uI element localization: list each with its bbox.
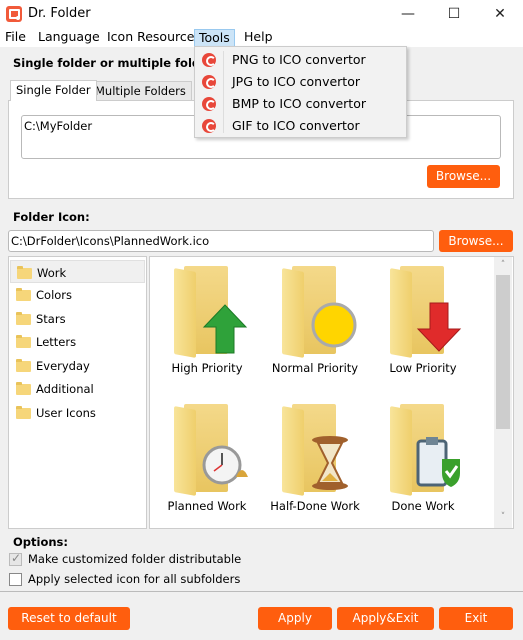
tools-dropdown-menu: PNG to ICO convertor JPG to ICO converto… (194, 46, 407, 138)
scroll-up-icon[interactable]: ˄ (494, 260, 512, 270)
app-logo-icon (6, 6, 22, 22)
subfolders-label: Apply selected icon for all subfolders (28, 572, 241, 586)
folder-icon-label: Folder Icon: (13, 210, 90, 224)
wrench-icon (202, 119, 216, 133)
icon-item-high-priority[interactable]: High Priority (152, 261, 262, 391)
apply-exit-button[interactable]: Apply&Exit (337, 607, 434, 630)
window-title: Dr. Folder (28, 6, 91, 21)
folder-icon (16, 312, 31, 325)
distributable-label: Make customized folder distributable (28, 552, 242, 566)
menu-item-bmp-to-ico[interactable]: BMP to ICO convertor (195, 93, 406, 115)
wrench-icon (202, 75, 216, 89)
browse-icon-button[interactable]: Browse... (439, 230, 513, 252)
category-label: User Icons (36, 406, 96, 420)
close-button[interactable]: ✕ (477, 0, 523, 28)
menu-bar: File Language Icon Resource Tools Help (0, 28, 523, 47)
folder-icon (16, 406, 31, 419)
menu-item-jpg-to-ico[interactable]: JPG to ICO convertor (195, 71, 406, 93)
exit-button[interactable]: Exit (439, 607, 513, 630)
subfolders-checkbox[interactable] (9, 573, 22, 586)
minimize-button[interactable]: — (385, 0, 431, 28)
category-label: Letters (36, 335, 77, 349)
menu-item-label: JPG to ICO convertor (232, 74, 360, 89)
alarm-clock-icon (202, 445, 248, 485)
menu-icon-resource[interactable]: Icon Resource (103, 29, 198, 47)
wrench-icon (202, 53, 216, 67)
icon-label: Normal Priority (271, 361, 359, 375)
vertical-scrollbar[interactable]: ˄ ˅ (494, 257, 512, 528)
scroll-down-icon[interactable]: ˅ (494, 512, 512, 522)
distributable-checkbox[interactable] (9, 551, 22, 566)
clipboard-check-icon (416, 437, 460, 487)
menu-item-label: BMP to ICO convertor (232, 96, 366, 111)
category-label: Additional (36, 382, 94, 396)
category-label: Stars (36, 312, 66, 326)
folder-icon (17, 266, 32, 279)
icon-label: Half-Done Work (270, 499, 360, 513)
hourglass-icon (312, 436, 348, 490)
folder-icon (16, 288, 31, 301)
icon-item-low-priority[interactable]: Low Priority (368, 261, 478, 391)
icon-item-normal-priority[interactable]: Normal Priority (260, 261, 370, 391)
icon-item-planned-work[interactable]: Planned Work (152, 399, 262, 529)
footer-divider (0, 591, 523, 592)
category-item-work[interactable]: Work (10, 260, 145, 283)
category-label: Everyday (36, 359, 90, 373)
wrench-icon (202, 97, 216, 111)
menu-item-png-to-ico[interactable]: PNG to ICO convertor (195, 49, 406, 71)
reset-to-default-button[interactable]: Reset to default (8, 607, 130, 630)
category-label: Colors (36, 288, 73, 302)
category-label: Work (37, 266, 67, 280)
menu-help[interactable]: Help (240, 29, 277, 47)
maximize-button[interactable]: ☐ (431, 0, 477, 28)
scrollbar-thumb[interactable] (496, 275, 510, 429)
title-bar: Dr. Folder — ☐ ✕ (0, 0, 523, 28)
icon-label: High Priority (171, 361, 243, 375)
green-up-arrow-icon (202, 304, 248, 354)
menu-file[interactable]: File (1, 29, 30, 47)
menu-item-label: GIF to ICO convertor (232, 118, 360, 133)
icon-label: Done Work (391, 499, 455, 513)
folder-icon (16, 335, 31, 348)
folder-icon (16, 359, 31, 372)
red-down-arrow-icon (416, 302, 462, 352)
icon-grid: High Priority Normal Priority Low Priori… (149, 256, 514, 529)
menu-language[interactable]: Language (34, 29, 104, 47)
icon-path-input[interactable]: C:\DrFolder\Icons\PlannedWork.ico (8, 230, 434, 252)
tab-multiple-folders[interactable]: Multiple Folders (89, 81, 192, 101)
menu-item-gif-to-ico[interactable]: GIF to ICO convertor (195, 115, 406, 137)
icon-item-done-work[interactable]: Done Work (368, 399, 478, 529)
yellow-circle-icon (311, 302, 357, 348)
category-list: Work Colors Stars Letters Everyday Addit… (8, 256, 147, 529)
category-item-letters[interactable]: Letters (10, 330, 145, 353)
apply-button[interactable]: Apply (258, 607, 332, 630)
tab-single-folder[interactable]: Single Folder (10, 80, 97, 101)
menu-item-label: PNG to ICO convertor (232, 52, 366, 67)
folder-icon (16, 382, 31, 395)
icon-item-half-done-work[interactable]: Half-Done Work (260, 399, 370, 529)
options-label: Options: (13, 535, 68, 549)
icon-label: Low Priority (389, 361, 457, 375)
category-item-everyday[interactable]: Everyday (10, 354, 145, 377)
icon-label: Planned Work (167, 499, 247, 513)
browse-folder-button[interactable]: Browse... (427, 165, 500, 188)
category-item-colors[interactable]: Colors (10, 283, 145, 306)
category-item-user-icons[interactable]: User Icons (10, 401, 145, 424)
category-item-additional[interactable]: Additional (10, 377, 145, 400)
category-item-stars[interactable]: Stars (10, 307, 145, 330)
menu-tools[interactable]: Tools (194, 29, 235, 47)
